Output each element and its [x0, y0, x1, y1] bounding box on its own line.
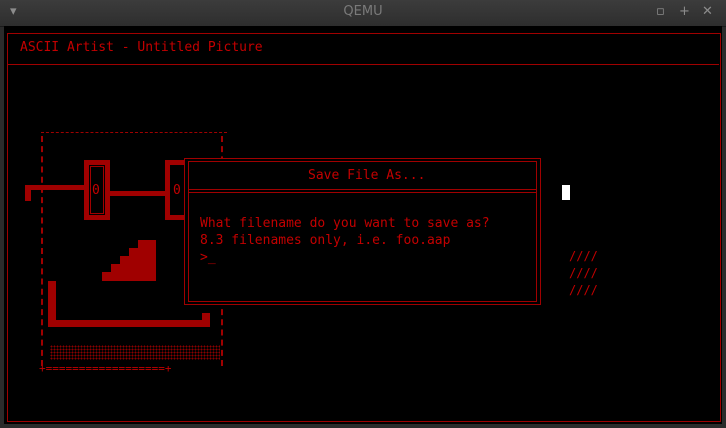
shaded-bar [50, 345, 220, 360]
maximize-icon[interactable]: + [679, 4, 690, 19]
dialog-title: Save File As... [308, 168, 426, 183]
app-header-title: ASCII Artist - Untitled Picture [20, 40, 263, 55]
window-title: QEMU [343, 4, 383, 19]
gate-label-2: 0 [173, 183, 181, 198]
staircase-shape [138, 240, 156, 281]
close-icon[interactable]: ✕ [702, 4, 713, 19]
emulator-screen[interactable]: ASCII Artist - Untitled Picture 0 0 +===… [4, 26, 722, 424]
filename-input[interactable]: >_ [200, 250, 216, 265]
header-divider [7, 64, 719, 65]
left-border-line [41, 136, 44, 366]
minimize-icon[interactable]: ▫ [656, 4, 665, 19]
gate-label-1: 0 [92, 183, 100, 198]
slash-row-1: //// [569, 249, 598, 263]
top-border-line [41, 132, 227, 134]
dialog-question: What filename do you want to save as? [200, 216, 490, 231]
slash-row-2: //// [569, 266, 598, 280]
wire-left [25, 185, 87, 190]
dialog-hint: 8.3 filenames only, i.e. foo.aap [200, 233, 451, 248]
wire-middle [108, 191, 170, 196]
bottom-border: +==================+ [39, 362, 172, 375]
window-titlebar: ▾ QEMU ▫ + ✕ [0, 0, 726, 27]
slash-row-3: //// [569, 283, 598, 297]
drawing-cursor [562, 185, 570, 200]
